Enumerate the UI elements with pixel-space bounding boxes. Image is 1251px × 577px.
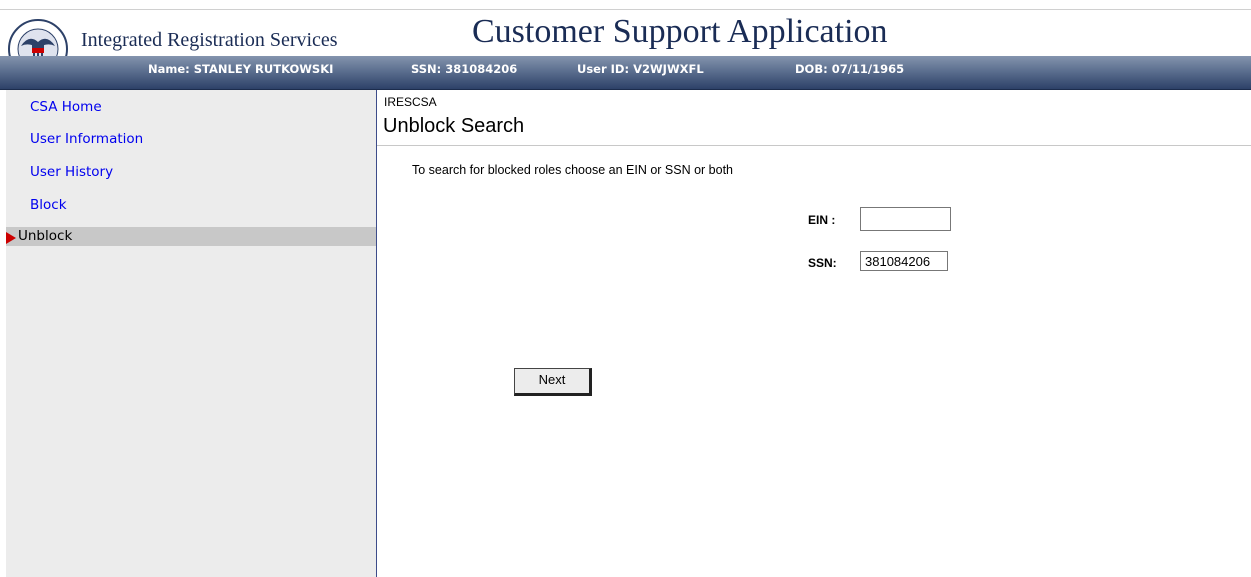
sidebar-item-csa-home[interactable]: CSA Home xyxy=(6,96,376,118)
instructions-text: To search for blocked roles choose an EI… xyxy=(412,163,733,177)
red-arrow-icon xyxy=(6,232,16,244)
app-title: Customer Support Application xyxy=(472,13,888,50)
sidebar-item-user-information[interactable]: User Information xyxy=(6,128,376,150)
top-rule xyxy=(0,0,1251,10)
user-name: Name: STANLEY RUTKOWSKI xyxy=(148,62,334,76)
user-dob: DOB: 07/11/1965 xyxy=(795,62,905,76)
sidebar-item-block[interactable]: Block xyxy=(6,194,376,216)
sidebar-item-label[interactable]: Unblock xyxy=(18,227,72,246)
sidebar-item-label[interactable]: Block xyxy=(30,194,67,216)
ssn-label: SSN: xyxy=(808,256,837,270)
sidebar-item-label[interactable]: User Information xyxy=(30,128,143,150)
next-button[interactable]: Next xyxy=(514,368,592,396)
sidebar-item-unblock[interactable]: Unblock xyxy=(6,227,376,246)
sidebar-item-label[interactable]: User History xyxy=(30,161,113,183)
sidebar: CSA Home User Information User History B… xyxy=(6,90,377,577)
title-divider xyxy=(377,145,1251,146)
user-id: User ID: V2WJWXFL xyxy=(577,62,704,76)
ein-input[interactable] xyxy=(860,207,951,231)
user-info-bar: Name: STANLEY RUTKOWSKI SSN: 381084206 U… xyxy=(0,56,1251,90)
page-title: Unblock Search xyxy=(383,115,525,137)
sidebar-item-label[interactable]: CSA Home xyxy=(30,96,102,118)
breadcrumb: IRESCSA xyxy=(384,95,437,109)
ssn-input[interactable] xyxy=(860,251,948,271)
sidebar-item-user-history[interactable]: User History xyxy=(6,161,376,183)
ein-label: EIN : xyxy=(808,213,836,227)
brand-name: Integrated Registration Services xyxy=(81,29,338,51)
user-ssn: SSN: 381084206 xyxy=(411,62,518,76)
